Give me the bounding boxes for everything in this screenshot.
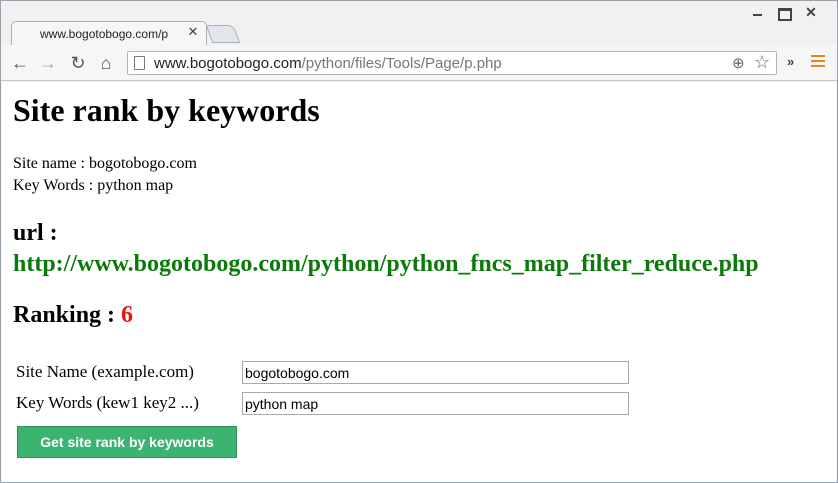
url-host: www.bogotobogo.com bbox=[154, 55, 302, 72]
home-icon[interactable]: ⌂ bbox=[95, 53, 117, 73]
page-title: Site rank by keywords bbox=[13, 92, 320, 128]
page-viewport: Site rank by keywords Site name : bogoto… bbox=[2, 82, 836, 482]
new-tab-button[interactable] bbox=[205, 25, 241, 43]
keywords-input[interactable] bbox=[242, 392, 629, 415]
maximize-button[interactable] bbox=[771, 3, 795, 21]
menu-bar-line bbox=[811, 55, 825, 57]
keywords-label: Key Words (kew1 key2 ...) bbox=[16, 393, 199, 412]
zoom-icon[interactable]: ⊕ bbox=[732, 54, 750, 72]
address-url[interactable]: www.bogotobogo.com/python/files/Tools/Pa… bbox=[154, 55, 502, 72]
close-icon[interactable]: ✕ bbox=[186, 25, 200, 39]
chevron-double-right-icon[interactable]: » bbox=[787, 54, 799, 69]
browser-window: www.bogotobogo.com/p ✕ ✕ ← → ↻ ⌂ www.bog… bbox=[0, 0, 838, 483]
hamburger-menu-icon[interactable] bbox=[811, 55, 825, 69]
ranking-value: 6 bbox=[121, 302, 134, 328]
ranking-label: Ranking : bbox=[13, 302, 116, 328]
address-bar[interactable]: www.bogotobogo.com/python/files/Tools/Pa… bbox=[127, 51, 777, 75]
minimize-button[interactable] bbox=[745, 3, 769, 21]
browser-toolbar: ← → ↻ ⌂ www.bogotobogo.com/python/files/… bbox=[1, 45, 837, 81]
site-name-line: Site name : bogotobogo.com bbox=[13, 155, 197, 172]
site-name-input[interactable] bbox=[242, 361, 629, 384]
arrow-left-icon[interactable]: ← bbox=[9, 53, 31, 73]
keywords-line: Key Words : python map bbox=[13, 177, 174, 194]
ranking-heading: Ranking : 6 bbox=[13, 302, 133, 329]
star-icon[interactable]: ☆ bbox=[754, 52, 774, 72]
url-path: /python/files/Tools/Page/p.php bbox=[301, 55, 502, 72]
arrow-right-icon[interactable]: → bbox=[37, 53, 59, 73]
tab-strip: www.bogotobogo.com/p ✕ ✕ bbox=[1, 1, 837, 45]
site-name-label: Site Name (example.com) bbox=[16, 362, 194, 381]
tab-active[interactable]: www.bogotobogo.com/p ✕ bbox=[11, 21, 207, 45]
menu-bar-line bbox=[811, 65, 825, 67]
get-site-rank-button[interactable]: Get site rank by keywords bbox=[17, 426, 237, 458]
window-close-button[interactable]: ✕ bbox=[799, 3, 823, 21]
result-url-link[interactable]: http://www.bogotobogo.com/python/python_… bbox=[13, 251, 759, 278]
menu-bar-line bbox=[811, 60, 825, 62]
tab-title: www.bogotobogo.com/p bbox=[40, 27, 169, 41]
url-heading: url : bbox=[13, 220, 58, 246]
reload-icon[interactable]: ↻ bbox=[67, 53, 89, 73]
page-icon bbox=[134, 56, 145, 70]
